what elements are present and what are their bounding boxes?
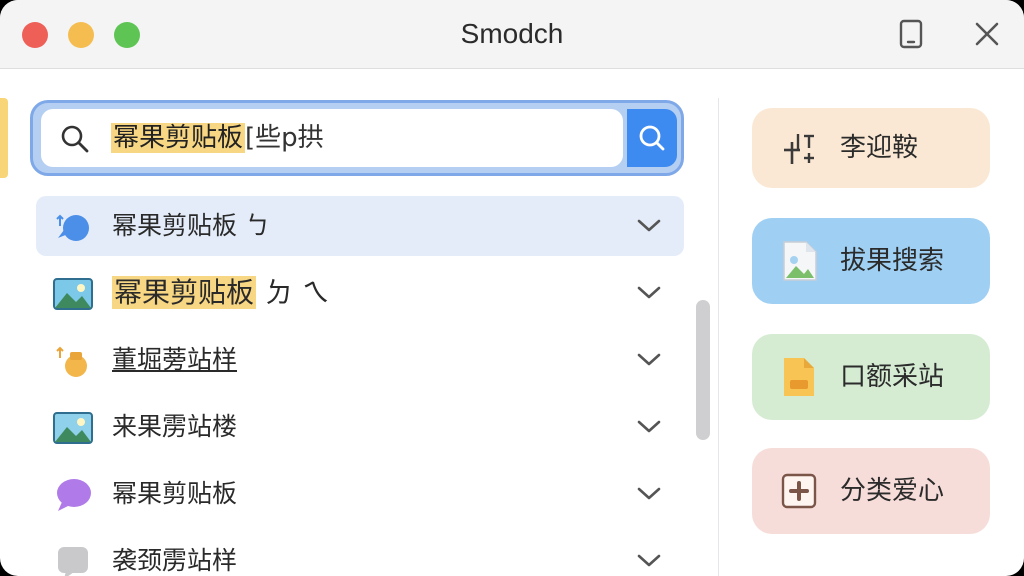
side-button-1[interactable]: 李迎鞍 (752, 108, 990, 188)
search-icon (61, 125, 89, 153)
image-icon (53, 412, 93, 444)
image-icon (53, 278, 93, 310)
list-item-label: 来果雳站楼 (112, 412, 238, 441)
text-plus-icon (784, 134, 814, 164)
side-button-label: 李迎鞍 (840, 133, 919, 163)
search-query-highlight: 幂果剪贴板 (111, 123, 246, 153)
side-button-3[interactable]: 口额采站 (752, 334, 990, 420)
list-item-label: 幂果剪贴板 (112, 479, 238, 508)
purple-chat-icon (57, 479, 91, 511)
list-item-highlight: 幂果剪贴板 (112, 276, 257, 309)
side-button-label: 分类爱心 (840, 476, 945, 506)
folder-file-icon (784, 358, 814, 396)
list-item[interactable]: 幂果剪贴板 (36, 464, 684, 524)
window-title: Smodch (460, 18, 564, 49)
search-query-rest: [些p拱 (245, 123, 324, 153)
side-button-label: 口额采站 (840, 362, 945, 392)
bag-icon (56, 346, 87, 377)
chevron-down-icon[interactable] (634, 482, 664, 506)
list-item-label: 董堀蒡站样 (112, 345, 238, 374)
list-item[interactable]: 董堀蒡站样 (36, 330, 684, 390)
chevron-down-icon[interactable] (634, 214, 664, 238)
grey-chat-icon (58, 547, 88, 576)
chevron-down-icon[interactable] (634, 415, 664, 439)
title-bar: Smodch (0, 0, 1024, 69)
search-query: 幂果剪贴板[些p拱 (111, 119, 324, 157)
chat-bubble-icon (56, 214, 89, 241)
list-item[interactable]: 袭颈雳站样 (36, 531, 684, 576)
chevron-down-icon[interactable] (634, 348, 664, 372)
side-button-label: 拔果搜索 (840, 246, 945, 276)
app-window: Smodch 幂果剪贴板[些p拱 幂果剪贴板 ㄅ 幂果剪贴板 ㄉ ㄟ 董堀蒡站样… (0, 0, 1024, 576)
list-item[interactable]: 幂果剪贴板 ㄉ ㄟ (36, 263, 684, 323)
plus-square-icon (781, 473, 817, 509)
side-button-2[interactable]: 拔果搜索 (752, 218, 990, 304)
search-input[interactable]: 幂果剪贴板[些p拱 (41, 109, 623, 167)
search-button[interactable] (627, 109, 677, 167)
divider (718, 98, 719, 576)
image-file-icon (783, 241, 817, 281)
scrollbar-thumb[interactable] (696, 300, 710, 440)
search-bar: 幂果剪贴板[些p拱 (30, 100, 684, 176)
list-item-label: 幂果剪贴板 ㄅ (112, 211, 270, 240)
tablet-icon[interactable] (894, 17, 928, 51)
chevron-down-icon[interactable] (634, 549, 664, 573)
results-list: 幂果剪贴板 ㄅ 幂果剪贴板 ㄉ ㄟ 董堀蒡站样 来果雳站楼 幂果剪贴板 袭颈雳站… (36, 196, 684, 576)
list-item-label: 幂果剪贴板 ㄉ ㄟ (112, 274, 330, 312)
list-item-suffix: ㄉ ㄟ (264, 276, 330, 309)
list-item-label: 袭颈雳站样 (112, 546, 238, 575)
search-icon (639, 125, 665, 151)
side-button-4[interactable]: 分类爱心 (752, 448, 990, 534)
list-item[interactable]: 幂果剪贴板 ㄅ (36, 196, 684, 256)
chevron-down-icon[interactable] (634, 281, 664, 305)
accent-strip (0, 98, 8, 178)
list-item[interactable]: 来果雳站楼 (36, 397, 684, 457)
close-icon[interactable] (970, 17, 1004, 51)
